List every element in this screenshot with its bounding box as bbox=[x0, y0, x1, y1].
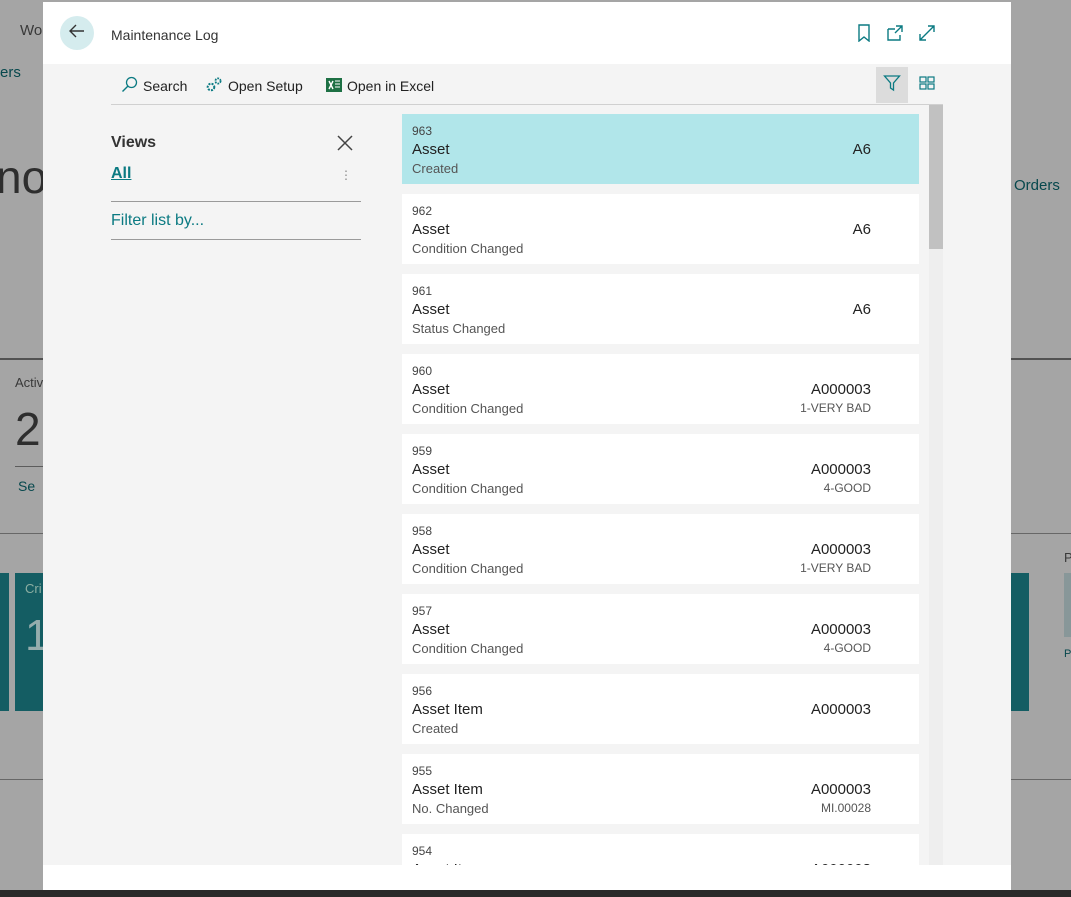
entry-code: A6 bbox=[852, 141, 871, 158]
entry-type: Asset bbox=[412, 541, 450, 558]
bookmark-button[interactable] bbox=[853, 23, 875, 47]
excel-icon bbox=[326, 77, 342, 96]
entry-detail: 1-VERY BAD bbox=[800, 401, 871, 415]
open-setup-action[interactable]: Open Setup bbox=[206, 76, 303, 96]
views-divider bbox=[111, 201, 361, 202]
list-item[interactable]: 958 Asset Condition Changed A000003 1-VERY B… bbox=[402, 514, 919, 584]
layout-toggle[interactable] bbox=[917, 75, 937, 95]
entry-code: A000003 bbox=[810, 701, 871, 718]
taskbar-strip bbox=[0, 890, 1071, 897]
list-item[interactable]: 960 Asset Condition Changed A000003 1-VERY B… bbox=[402, 354, 919, 424]
search-label: Search bbox=[143, 78, 188, 94]
entry-event: Created bbox=[412, 721, 459, 736]
view-all[interactable]: All bbox=[111, 165, 131, 183]
entry-type: Asset bbox=[412, 381, 450, 398]
entry-number: 958 bbox=[412, 524, 433, 538]
maintenance-log-dialog: Maintenance Log Search Open Setup Open i… bbox=[43, 2, 1011, 890]
entry-number: 960 bbox=[412, 364, 433, 378]
entry-event: Condition Changed bbox=[412, 481, 524, 496]
entry-event: Status Changed bbox=[412, 321, 506, 336]
entry-code: A000003 bbox=[810, 621, 871, 638]
filter-icon bbox=[883, 74, 901, 97]
entry-code: A000003 bbox=[810, 541, 871, 558]
entry-number: 954 bbox=[412, 844, 433, 858]
views-title: Views bbox=[111, 134, 157, 151]
list-item[interactable]: 962 Asset Condition Changed A6 bbox=[402, 194, 919, 264]
back-button[interactable] bbox=[60, 16, 94, 50]
list-item[interactable]: 957 Asset Condition Changed A000003 4-GOOD bbox=[402, 594, 919, 664]
expand-button[interactable] bbox=[916, 24, 938, 46]
list-item[interactable]: 956 Asset Item Created A000003 bbox=[402, 674, 919, 744]
dialog-body: Search Open Setup Open in Excel Views Al… bbox=[43, 64, 1011, 865]
entry-type: Asset bbox=[412, 621, 450, 638]
views-close-button[interactable] bbox=[335, 133, 355, 153]
search-icon bbox=[121, 76, 138, 96]
entry-event: Condition Changed bbox=[412, 561, 524, 576]
entry-detail: 1-VERY BAD bbox=[800, 561, 871, 575]
entry-number: 959 bbox=[412, 444, 433, 458]
entry-type: Asset Item bbox=[412, 701, 483, 718]
dialog-footer bbox=[43, 865, 1011, 890]
list-item[interactable]: 959 Asset Condition Changed A000003 4-GOOD bbox=[402, 434, 919, 504]
filter-divider bbox=[111, 239, 361, 240]
open-in-excel-action[interactable]: Open in Excel bbox=[326, 76, 434, 96]
entry-code: A6 bbox=[852, 301, 871, 318]
list-scrollbar-thumb[interactable] bbox=[929, 105, 943, 249]
arrow-left-icon bbox=[68, 22, 86, 45]
entry-code: A6 bbox=[852, 221, 871, 238]
list-item[interactable]: 963 Asset Created A6 bbox=[402, 114, 919, 184]
entry-type: Asset Item bbox=[412, 781, 483, 798]
entry-code: A000003 bbox=[810, 381, 871, 398]
entry-type: Asset bbox=[412, 301, 450, 318]
entry-code: A000003 bbox=[810, 781, 871, 798]
entry-event: Created bbox=[412, 161, 459, 176]
entry-type: Asset bbox=[412, 141, 450, 158]
entry-type: Asset bbox=[412, 461, 450, 478]
open-new-window-button[interactable] bbox=[884, 24, 906, 46]
dialog-title: Maintenance Log bbox=[111, 27, 219, 43]
entry-detail: 4-GOOD bbox=[823, 481, 871, 495]
search-action[interactable]: Search bbox=[121, 76, 187, 96]
close-icon bbox=[335, 135, 355, 157]
entry-code: A000003 bbox=[810, 461, 871, 478]
entry-number: 955 bbox=[412, 764, 433, 778]
entry-number: 963 bbox=[412, 124, 433, 138]
entry-type: Asset bbox=[412, 221, 450, 238]
entry-number: 957 bbox=[412, 604, 433, 618]
entry-event: Condition Changed bbox=[412, 401, 524, 416]
setup-gears-icon bbox=[206, 76, 223, 96]
view-more-options-icon[interactable]: ⋮ bbox=[340, 168, 352, 182]
entry-number: 962 bbox=[412, 204, 433, 218]
open-setup-label: Open Setup bbox=[228, 78, 303, 94]
action-bar: Search Open Setup Open in Excel bbox=[111, 64, 943, 105]
filter-list-by-link[interactable]: Filter list by... bbox=[111, 212, 204, 230]
filter-pane-toggle[interactable] bbox=[876, 67, 908, 103]
expand-icon bbox=[918, 24, 936, 47]
list-item[interactable]: 961 Asset Status Changed A6 bbox=[402, 274, 919, 344]
entry-number: 961 bbox=[412, 284, 433, 298]
open-in-new-window-icon bbox=[886, 24, 904, 47]
entry-event: No. Changed bbox=[412, 801, 489, 816]
dialog-header: Maintenance Log bbox=[43, 2, 1011, 64]
entry-event: Condition Changed bbox=[412, 641, 524, 656]
entry-number: 956 bbox=[412, 684, 433, 698]
open-in-excel-label: Open in Excel bbox=[347, 78, 435, 94]
entry-detail: 4-GOOD bbox=[823, 641, 871, 655]
tile-layout-icon bbox=[919, 75, 935, 95]
entry-detail: MI.00028 bbox=[820, 801, 871, 815]
bookmark-icon bbox=[857, 23, 871, 47]
list-item[interactable]: 955 Asset Item No. Changed A000003 MI.00028 bbox=[402, 754, 919, 824]
entry-event: Condition Changed bbox=[412, 241, 524, 256]
list-item[interactable]: 954Asset ItemA000003 bbox=[402, 834, 919, 865]
maintenance-log-list: 963 Asset Created A6 962 Asset Condition Chang… bbox=[402, 114, 919, 865]
